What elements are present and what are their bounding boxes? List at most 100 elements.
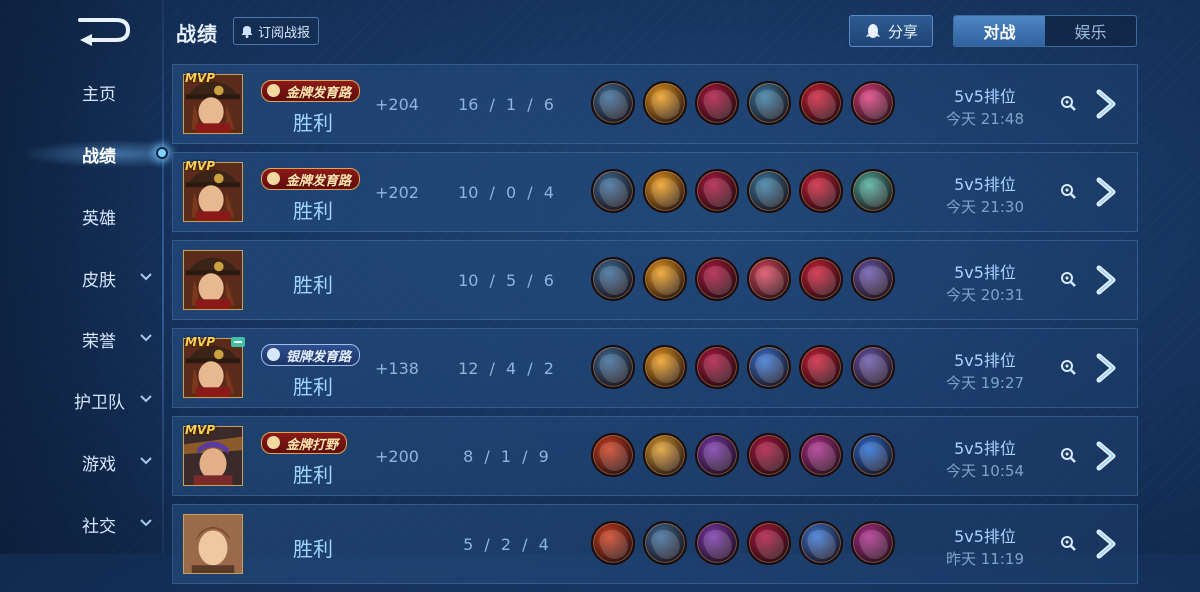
chevron-right-icon[interactable]: [1093, 88, 1119, 120]
chevron-right-icon[interactable]: [1093, 352, 1119, 384]
rank-tag-label: 银牌发育路: [286, 349, 352, 365]
tab-entertainment[interactable]: 娱乐: [1045, 16, 1136, 46]
equipment-item-icon: [591, 521, 635, 565]
equipment-item-icon: [695, 81, 739, 125]
equipment-item-icon: [851, 257, 895, 301]
chevron-right-icon[interactable]: [1093, 176, 1119, 208]
equipment-item-icon: [747, 81, 791, 125]
equipment-item-icon: [643, 345, 687, 389]
game-mode: 5v5排位: [954, 87, 1016, 106]
equipment-item-icon: [747, 433, 791, 477]
kda-value: 5 / 2 / 4: [463, 535, 549, 554]
hero-portrait: [183, 514, 243, 574]
sidebar-item[interactable]: 战绩: [0, 134, 162, 174]
equipment-item-icon: [695, 169, 739, 213]
equipment-item-icon: [799, 345, 843, 389]
match-result: 胜利: [293, 463, 333, 487]
score-change: +138: [375, 359, 419, 378]
equipment-list: [591, 169, 903, 213]
sidebar: 主页战绩英雄皮肤荣誉护卫队游戏社交: [0, 0, 170, 554]
chevron-right-icon[interactable]: [1093, 528, 1119, 560]
match-time: 今天 10:54: [946, 462, 1024, 480]
chevron-down-icon: [140, 519, 152, 527]
subscribe-report-button[interactable]: 订阅战报: [233, 17, 320, 45]
score-change: +200: [375, 447, 419, 466]
equipment-item-icon: [799, 257, 843, 301]
replay-search-icon[interactable]: [1059, 94, 1077, 112]
game-mode: 5v5排位: [954, 439, 1016, 458]
match-row[interactable]: 胜利 5 / 2 / 4 5v5排位 昨天 11:19: [172, 504, 1138, 584]
match-time: 今天 21:48: [946, 110, 1024, 128]
page-title: 战绩: [176, 22, 218, 46]
game-mode: 5v5排位: [954, 175, 1016, 194]
chevron-right-icon[interactable]: [1093, 440, 1119, 472]
sidebar-item[interactable]: 游戏: [0, 442, 162, 482]
match-time: 今天 19:27: [946, 374, 1024, 392]
match-result: 胜利: [293, 273, 333, 297]
match-list: MVP 金牌发育路 胜利 +204 16 / 1 / 6 5v5排位 今天 21:48 MVP…: [172, 64, 1140, 592]
share-button[interactable]: 分享: [849, 15, 933, 47]
sidebar-item[interactable]: 主页: [0, 72, 162, 112]
chat-badge-icon: [231, 337, 245, 347]
chevron-down-icon: [140, 273, 152, 281]
equipment-list: [591, 521, 903, 565]
game-mode: 5v5排位: [954, 263, 1016, 282]
match-time: 昨天 11:19: [946, 550, 1024, 568]
medal-icon: [267, 172, 280, 185]
mvp-badge: MVP: [185, 159, 216, 173]
equipment-item-icon: [695, 433, 739, 477]
equipment-item-icon: [643, 433, 687, 477]
chevron-down-icon: [140, 395, 152, 403]
sidebar-item[interactable]: 皮肤: [0, 258, 162, 298]
mvp-badge: MVP: [185, 71, 216, 85]
equipment-item-icon: [851, 169, 895, 213]
share-label: 分享: [887, 22, 918, 41]
equipment-item-icon: [695, 257, 739, 301]
rank-tag: 金牌打野: [261, 432, 348, 454]
replay-search-icon[interactable]: [1059, 358, 1077, 376]
sidebar-item[interactable]: 社交: [0, 504, 162, 544]
match-row[interactable]: MVP 金牌发育路 胜利 +204 16 / 1 / 6 5v5排位 今天 21:48: [172, 64, 1138, 144]
back-arrow-icon[interactable]: [72, 14, 132, 46]
equipment-list: [591, 433, 903, 477]
kda-value: 16 / 1 / 6: [458, 95, 554, 114]
equipment-item-icon: [747, 257, 791, 301]
equipment-item-icon: [747, 169, 791, 213]
match-row[interactable]: MVP 银牌发育路 胜利 +138 12 / 4 / 2 5v5排位 今天 19:27: [172, 328, 1138, 408]
equipment-item-icon: [851, 521, 895, 565]
equipment-item-icon: [591, 257, 635, 301]
sidebar-item[interactable]: 荣誉: [0, 319, 162, 359]
replay-search-icon[interactable]: [1059, 270, 1077, 288]
medal-icon: [267, 436, 280, 449]
qq-penguin-icon: [865, 24, 880, 38]
chevron-right-icon[interactable]: [1093, 264, 1119, 296]
replay-search-icon[interactable]: [1059, 534, 1077, 552]
rank-tag: 银牌发育路: [261, 344, 361, 366]
match-result: 胜利: [293, 537, 333, 561]
medal-icon: [267, 84, 280, 97]
match-row[interactable]: MVP 金牌发育路 胜利 +202 10 / 0 / 4 5v5排位 今天 21:30: [172, 152, 1138, 232]
equipment-list: [591, 345, 903, 389]
mvp-badge: MVP: [185, 335, 216, 349]
chevron-down-icon: [140, 334, 152, 342]
replay-search-icon[interactable]: [1059, 446, 1077, 464]
equipment-item-icon: [851, 433, 895, 477]
tab-battle[interactable]: 对战: [954, 16, 1045, 46]
match-result: 胜利: [293, 111, 333, 135]
equipment-list: [591, 257, 903, 301]
sidebar-item[interactable]: 英雄: [0, 196, 162, 236]
replay-search-icon[interactable]: [1059, 182, 1077, 200]
match-row[interactable]: MVP 金牌打野 胜利 +200 8 / 1 / 9 5v5排位 今天 10:54: [172, 416, 1138, 496]
match-row[interactable]: 胜利 10 / 5 / 6 5v5排位 今天 20:31: [172, 240, 1138, 320]
game-mode: 5v5排位: [954, 351, 1016, 370]
equipment-item-icon: [799, 81, 843, 125]
equipment-item-icon: [799, 169, 843, 213]
equipment-item-icon: [643, 81, 687, 125]
equipment-item-icon: [591, 345, 635, 389]
rank-tag-label: 金牌发育路: [286, 173, 352, 189]
match-result: 胜利: [293, 199, 333, 223]
hero-portrait: [183, 250, 243, 310]
rank-tag-label: 金牌发育路: [286, 85, 352, 101]
sidebar-item[interactable]: 护卫队: [0, 380, 162, 420]
equipment-item-icon: [591, 81, 635, 125]
